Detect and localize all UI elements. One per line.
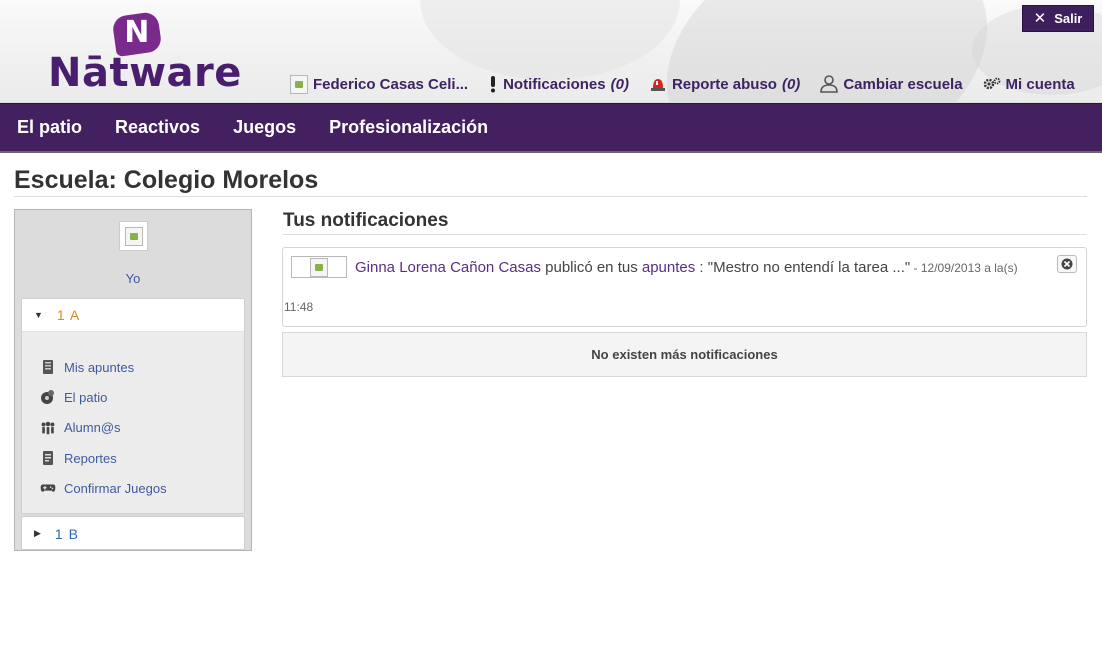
sidebar-item-el-patio[interactable]: El patio (22, 382, 244, 412)
exit-button[interactable]: ✕ Salir (1022, 5, 1094, 32)
report-abuse-label: Reporte abuso (671, 75, 777, 93)
notification-time: 11:48 (284, 300, 314, 314)
notification-image (291, 256, 347, 278)
logo-badge-letter: N (124, 15, 150, 51)
sidebar-item-reportes[interactable]: Reportes (22, 443, 244, 473)
report-abuse-link[interactable]: Reporte abuso (0) (649, 76, 800, 93)
notification-date: - 12/09/2013 a la(s) (910, 261, 1018, 275)
sidebar-item-label: Alumn@s (64, 420, 121, 436)
group-1b-header[interactable]: ▶ 1 B (22, 517, 244, 550)
me-link[interactable]: Yo (15, 271, 251, 286)
delete-icon (1061, 258, 1073, 270)
sidebar-item-label: Reportes (64, 450, 117, 466)
gear-icon (983, 77, 1000, 90)
page-title: Escuela: Colegio Morelos (14, 166, 319, 194)
sidebar-item-label: Mis apuntes (64, 359, 135, 375)
group-1a-header[interactable]: ▼ 1 A (22, 299, 244, 332)
group-1b: ▶ 1 B (21, 516, 245, 550)
exclamation-icon (491, 76, 496, 93)
group-1a: ▼ 1 A Mis apuntes El patio Alumn@s Repor… (21, 298, 245, 514)
change-school-link[interactable]: Cambiar escuela (820, 75, 963, 93)
user-avatar-icon (290, 74, 308, 94)
notifications-title: Tus notificaciones (283, 210, 449, 231)
group-label: 1 B (54, 525, 79, 542)
nav-profesionalizacion[interactable]: Profesionalización (329, 117, 488, 138)
sidebar-item-label: El patio (64, 389, 108, 405)
divider (14, 196, 1087, 197)
divider (283, 234, 1087, 235)
siren-icon (650, 79, 665, 91)
report-abuse-count: (0) (781, 75, 801, 93)
notification-dismiss-button[interactable] (1057, 255, 1077, 273)
nav-el-patio[interactable]: El patio (17, 117, 82, 138)
image-placeholder-icon (310, 257, 328, 277)
header: N Nātware ✕ Salir Federico Casas Celi...… (0, 0, 1102, 103)
user-name: Federico Casas Celi... (313, 75, 469, 93)
sidebar-item-alumnos[interactable]: Alumn@s (22, 413, 244, 443)
patio-icon (40, 389, 56, 405)
group-1a-menu: Mis apuntes El patio Alumn@s Reportes Co… (22, 332, 244, 513)
students-icon (40, 420, 56, 436)
notifications-label: Notificaciones (503, 75, 606, 93)
change-school-label: Cambiar escuela (843, 75, 963, 93)
nav-juegos[interactable]: Juegos (233, 117, 296, 138)
notifications-count: (0) (610, 75, 629, 93)
image-placeholder-icon (124, 226, 143, 246)
sidebar: Yo ▼ 1 A Mis apuntes El patio Alumn@s Re… (14, 209, 252, 551)
caret-right-icon: ▶ (34, 528, 42, 538)
top-navigation: Federico Casas Celi... Notificaciones (0… (290, 73, 1075, 95)
no-more-notifications: No existen más notificaciones (282, 332, 1087, 377)
main-navigation: El patio Reactivos Juegos Profesionaliza… (0, 103, 1102, 153)
gamepad-icon (40, 480, 56, 496)
notification-item: Ginna Lorena Cañon Casas publicó en tus … (282, 247, 1087, 327)
caret-down-icon: ▼ (34, 310, 44, 320)
natware-logo[interactable]: N Nātware (48, 10, 241, 96)
sidebar-item-mis-apuntes[interactable]: Mis apuntes (22, 352, 244, 382)
reports-icon (40, 450, 56, 466)
exit-label: Salir (1054, 11, 1083, 26)
notebook-icon (40, 359, 56, 375)
notification-action: publicó en tus (540, 259, 642, 276)
notification-message: : "Mestro no entendí la tarea ..." (695, 259, 911, 276)
sidebar-item-confirmar-juegos[interactable]: Confirmar Juegos (22, 473, 244, 503)
notification-target-link[interactable]: apuntes (642, 259, 695, 276)
avatar[interactable] (119, 221, 148, 251)
notifications-link[interactable]: Notificaciones (0) (488, 75, 629, 93)
header-decoration (420, 0, 680, 80)
user-profile-link[interactable]: Federico Casas Celi... (290, 74, 469, 94)
notification-text: Ginna Lorena Cañon Casas publicó en tus … (355, 259, 1018, 276)
logo-wordmark: Nātware (48, 50, 242, 96)
my-account-label: Mi cuenta (1005, 75, 1075, 93)
user-icon (820, 75, 839, 93)
group-label: 1 A (56, 307, 81, 323)
nav-reactivos[interactable]: Reactivos (115, 117, 200, 138)
close-icon: ✕ (1033, 10, 1047, 27)
notification-author-link[interactable]: Ginna Lorena Cañon Casas (355, 259, 541, 276)
sidebar-item-label: Confirmar Juegos (64, 480, 167, 496)
my-account-link[interactable]: Mi cuenta (983, 76, 1075, 93)
